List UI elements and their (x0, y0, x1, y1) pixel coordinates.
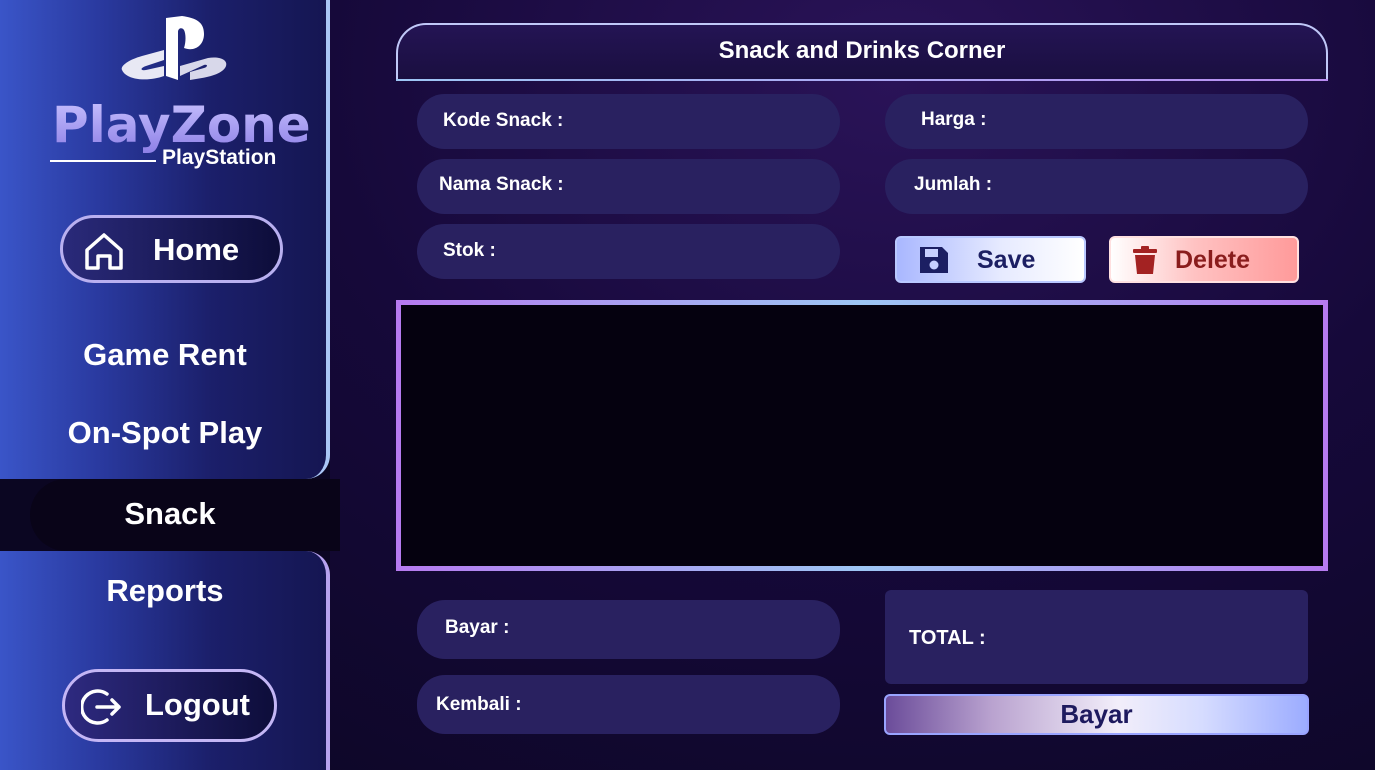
kode-snack-label: Kode Snack : (443, 110, 564, 131)
logout-label: Logout (145, 687, 251, 722)
logout-button[interactable]: Logout (62, 669, 277, 742)
brand-subtitle: PlayStation (162, 146, 277, 169)
sidebar: PlayZone PlayStation Home Game Rent On-S… (0, 0, 340, 770)
playstation-logo-icon (121, 16, 227, 80)
bayar-button[interactable]: Bayar (884, 694, 1309, 735)
bayar-label: Bayar : (445, 617, 510, 638)
nav-on-spot-play[interactable]: On-Spot Play (0, 415, 330, 451)
home-icon (85, 233, 123, 270)
kembali-field[interactable]: Kembali : (417, 675, 840, 734)
logout-icon (81, 689, 121, 725)
nav-reports[interactable]: Reports (0, 573, 330, 609)
harga-label: Harga : (921, 109, 987, 130)
trash-icon (1133, 246, 1157, 274)
save-icon (920, 247, 948, 273)
harga-field[interactable]: Harga : (885, 94, 1308, 149)
jumlah-label: Jumlah : (914, 174, 993, 195)
snack-table[interactable] (396, 300, 1328, 571)
delete-label: Delete (1175, 246, 1251, 274)
app-logo: PlayZone PlayStation (48, 16, 311, 176)
kode-snack-field[interactable]: Kode Snack : (417, 94, 840, 149)
save-label: Save (977, 246, 1036, 274)
home-label: Home (153, 232, 240, 267)
stok-field[interactable]: Stok : (417, 224, 840, 279)
save-button[interactable]: Save (895, 236, 1086, 283)
total-box: TOTAL : (885, 590, 1308, 684)
bayar-field[interactable]: Bayar : (417, 600, 840, 659)
nama-snack-field[interactable]: Nama Snack : (417, 159, 840, 214)
page-title: Snack and Drinks Corner (396, 23, 1328, 81)
nama-snack-label: Nama Snack : (439, 174, 564, 195)
nav-game-rent[interactable]: Game Rent (0, 337, 330, 373)
jumlah-field[interactable]: Jumlah : (885, 159, 1308, 214)
delete-button[interactable]: Delete (1109, 236, 1299, 283)
nav-snack-active[interactable]: Snack (30, 479, 340, 551)
home-button[interactable]: Home (60, 215, 283, 283)
stok-label: Stok : (443, 240, 496, 261)
total-label: TOTAL : (909, 627, 986, 649)
brand-divider (50, 160, 156, 162)
kembali-label: Kembali : (436, 694, 522, 715)
